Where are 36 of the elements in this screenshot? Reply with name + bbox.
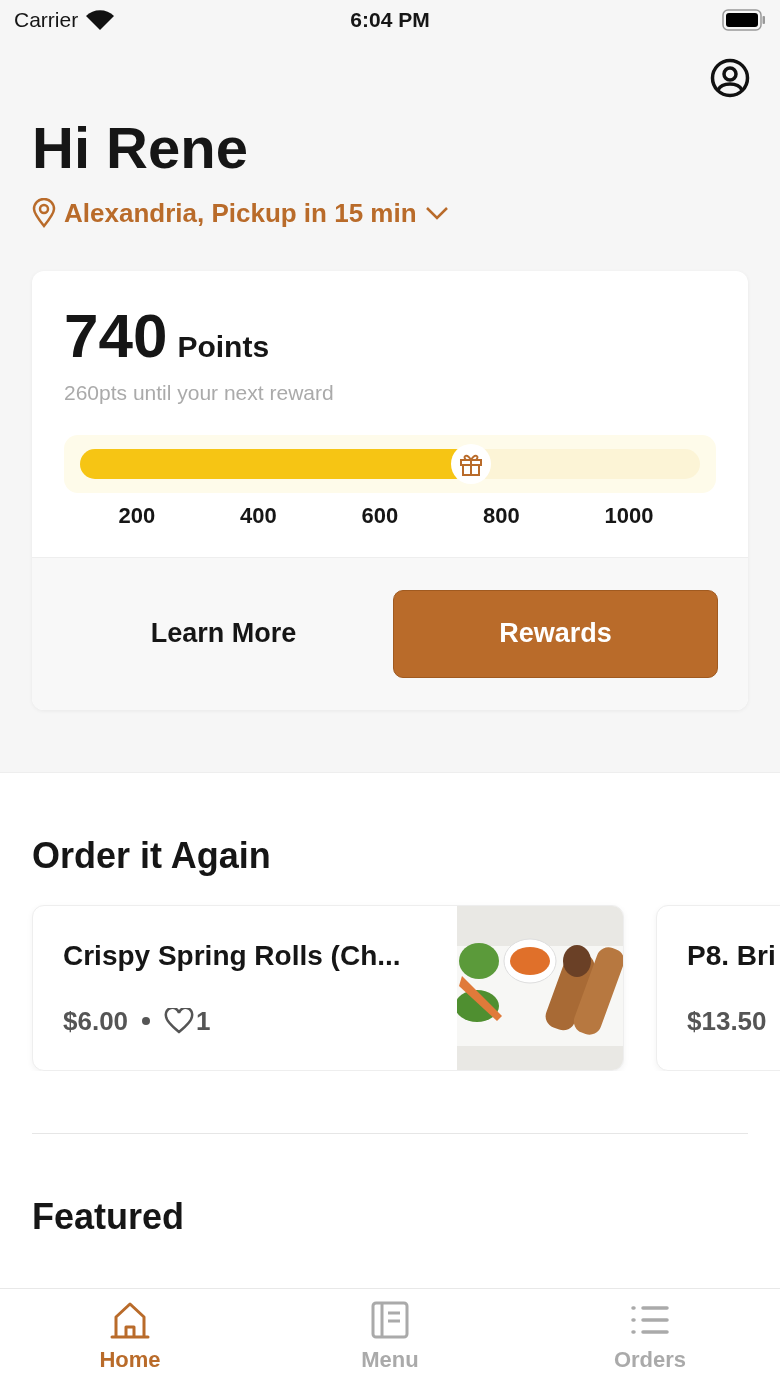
progress-tick-label: 800 <box>483 502 520 529</box>
location-pin-icon <box>32 198 56 229</box>
learn-more-button[interactable]: Learn More <box>62 589 385 678</box>
home-icon <box>108 1301 152 1339</box>
item-name: Crispy Spring Rolls (Ch... <box>63 939 402 972</box>
gift-icon <box>450 443 491 484</box>
section-title: Featured <box>31 1194 186 1238</box>
progress-tick-label: 200 <box>118 502 156 529</box>
carrier-label: Carrier <box>14 8 79 32</box>
rewards-button[interactable]: Rewards <box>393 589 718 678</box>
profile-icon[interactable] <box>710 58 750 98</box>
progress-tick-label: 600 <box>361 502 399 529</box>
chevron-down-icon[interactable] <box>424 206 449 221</box>
item-price: $13.50 <box>687 1005 767 1037</box>
book-icon <box>371 1301 409 1339</box>
points-subtitle: 260pts until your next reward <box>64 380 335 405</box>
order-card[interactable]: Crispy Spring Rolls (Ch... $6.00 1 <box>32 904 624 1071</box>
like-count: 1 <box>196 1005 211 1037</box>
greeting-title: Hi Rene <box>32 116 249 180</box>
progress-tick-label: 400 <box>239 502 277 529</box>
heart-icon <box>164 1008 195 1035</box>
tab[interactable]: Orders <box>520 1289 780 1387</box>
points-label: Points <box>177 329 270 364</box>
tab[interactable]: Menu <box>260 1289 520 1387</box>
progress-tick-label: 1000 <box>604 502 654 529</box>
points-value: 740 <box>64 304 168 367</box>
location-selector[interactable]: Alexandria, Pickup in 15 min <box>64 197 417 229</box>
item-price: $6.00 <box>63 1005 129 1037</box>
tab[interactable]: Home <box>0 1289 260 1387</box>
wifi-icon <box>86 10 115 30</box>
item-name: P8. Bri <box>687 939 777 972</box>
order-card[interactable]: P8. Bri $13.50 <box>656 904 780 1071</box>
status-time: 6:04 PM <box>349 8 431 32</box>
section-title: Order it Again <box>31 833 272 877</box>
dot-separator-icon <box>142 1017 151 1026</box>
battery-icon <box>722 9 766 31</box>
